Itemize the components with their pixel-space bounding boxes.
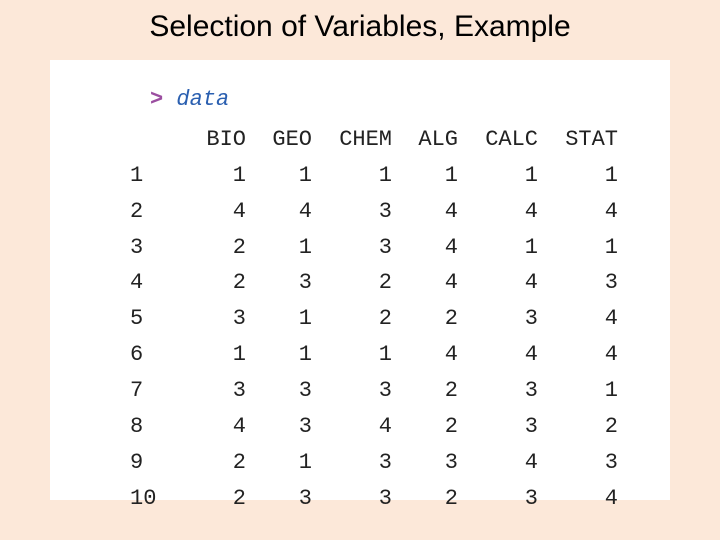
table-row: 6111444 [130, 337, 618, 373]
cell: 1 [312, 158, 392, 194]
cell: 3 [312, 194, 392, 230]
cell: 4 [458, 265, 538, 301]
cell: 4 [312, 409, 392, 445]
cell: 2 [170, 265, 246, 301]
cell: 3 [312, 373, 392, 409]
cell: 3 [170, 301, 246, 337]
cell: 3 [246, 265, 312, 301]
cell: 1 [246, 337, 312, 373]
cell: 1 [170, 337, 246, 373]
command-text: data [176, 87, 229, 112]
cell: 3 [312, 445, 392, 481]
table-row: 5312234 [130, 301, 618, 337]
cell: 2 [392, 409, 458, 445]
cell: 3 [538, 265, 618, 301]
cell: 4 [538, 194, 618, 230]
cell: 4 [392, 337, 458, 373]
cell: 4 [246, 194, 312, 230]
header-rownum [130, 122, 170, 158]
cell: 2 [538, 409, 618, 445]
row-label: 2 [130, 194, 170, 230]
row-label: 5 [130, 301, 170, 337]
cell: 3 [246, 373, 312, 409]
cell: 2 [312, 301, 392, 337]
cell: 3 [312, 481, 392, 517]
cell: 1 [246, 301, 312, 337]
cell: 4 [392, 265, 458, 301]
row-label: 10 [130, 481, 170, 517]
cell: 2 [170, 230, 246, 266]
cell: 4 [538, 481, 618, 517]
cell: 3 [458, 373, 538, 409]
cell: 1 [538, 230, 618, 266]
row-label: 1 [130, 158, 170, 194]
header-col: BIO [170, 122, 246, 158]
console-output: > data BIO GEO CHEM ALG CALC STAT 111111… [50, 60, 670, 500]
cell: 1 [246, 230, 312, 266]
cell: 1 [170, 158, 246, 194]
cell: 3 [458, 409, 538, 445]
cell: 4 [392, 194, 458, 230]
cell: 4 [170, 194, 246, 230]
cell: 4 [392, 230, 458, 266]
header-col: CHEM [312, 122, 392, 158]
cell: 4 [458, 194, 538, 230]
table-row: 9213343 [130, 445, 618, 481]
header-col: ALG [392, 122, 458, 158]
cell: 2 [170, 481, 246, 517]
console-command-line: > data [150, 84, 622, 116]
table-row: 3213411 [130, 230, 618, 266]
cell: 1 [246, 445, 312, 481]
row-label: 6 [130, 337, 170, 373]
row-label: 3 [130, 230, 170, 266]
cell: 3 [246, 481, 312, 517]
cell: 3 [392, 445, 458, 481]
cell: 4 [538, 337, 618, 373]
cell: 1 [458, 230, 538, 266]
table-row: 1111111 [130, 158, 618, 194]
row-label: 8 [130, 409, 170, 445]
table-header-row: BIO GEO CHEM ALG CALC STAT [130, 122, 618, 158]
table-row: 10233234 [130, 481, 618, 517]
cell: 3 [538, 445, 618, 481]
page-title: Selection of Variables, Example [0, 0, 720, 60]
cell: 2 [312, 265, 392, 301]
cell: 3 [312, 230, 392, 266]
cell: 1 [312, 337, 392, 373]
cell: 2 [170, 445, 246, 481]
cell: 1 [538, 158, 618, 194]
header-col: CALC [458, 122, 538, 158]
header-col: GEO [246, 122, 312, 158]
row-label: 4 [130, 265, 170, 301]
table-row: 8434232 [130, 409, 618, 445]
cell: 1 [246, 158, 312, 194]
cell: 1 [538, 373, 618, 409]
row-label: 9 [130, 445, 170, 481]
cell: 1 [392, 158, 458, 194]
row-label: 7 [130, 373, 170, 409]
cell: 4 [170, 409, 246, 445]
cell: 3 [458, 301, 538, 337]
cell: 3 [246, 409, 312, 445]
table-row: 2443444 [130, 194, 618, 230]
cell: 2 [392, 301, 458, 337]
prompt-icon: > [150, 87, 163, 112]
cell: 4 [458, 445, 538, 481]
cell: 2 [392, 481, 458, 517]
table-row: 4232443 [130, 265, 618, 301]
table-row: 7333231 [130, 373, 618, 409]
cell: 1 [458, 158, 538, 194]
cell: 2 [392, 373, 458, 409]
cell: 3 [458, 481, 538, 517]
cell: 3 [170, 373, 246, 409]
data-table: BIO GEO CHEM ALG CALC STAT 1111111244344… [130, 122, 618, 517]
cell: 4 [458, 337, 538, 373]
cell: 4 [538, 301, 618, 337]
header-col: STAT [538, 122, 618, 158]
